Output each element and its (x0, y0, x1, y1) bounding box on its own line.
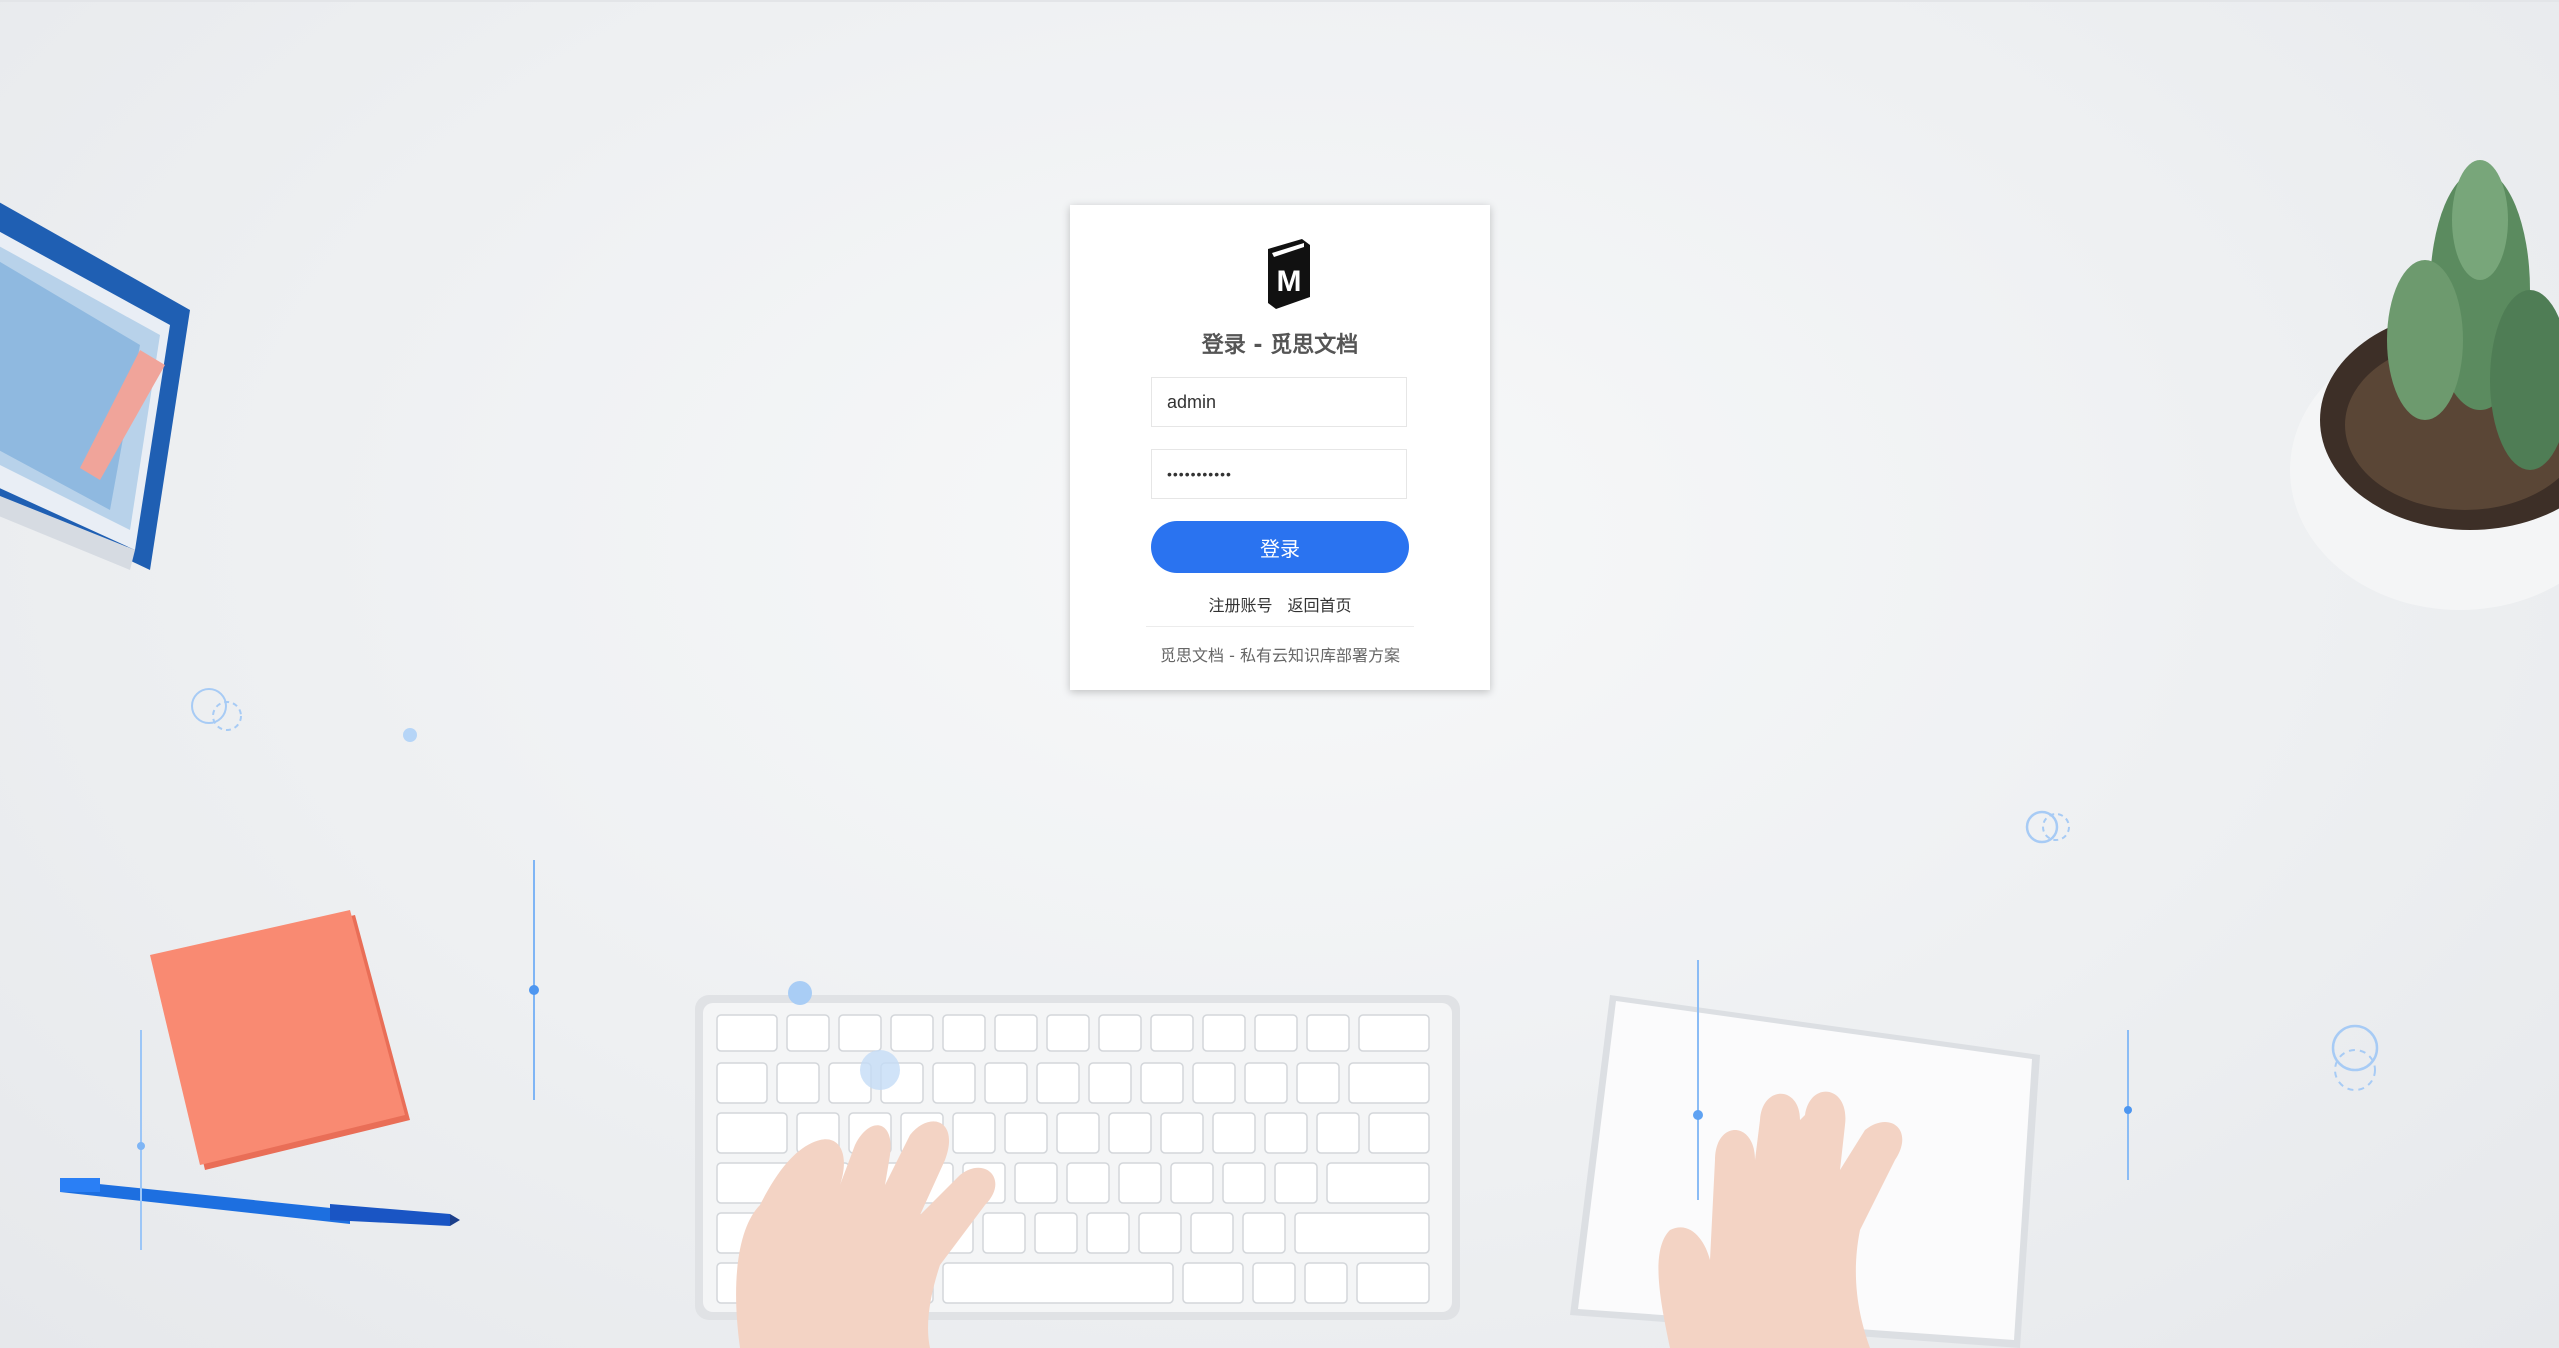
light-streak-decoration (529, 860, 539, 1100)
top-border (0, 0, 2559, 2)
register-link[interactable]: 注册账号 (1208, 596, 1272, 615)
left-hand-decoration (736, 1121, 996, 1348)
light-streak-decoration (2124, 1030, 2132, 1180)
light-streak-decoration (137, 1030, 145, 1250)
password-input[interactable]: ••••••••••• (1151, 449, 1407, 499)
login-card: M 登录 - 觅思文档 admin ••••••••••• 登录 注册账号 返回… (1070, 205, 1490, 690)
bubble-circles-decoration (191, 688, 242, 731)
username-input[interactable]: admin (1151, 377, 1407, 427)
cactus-plant-decoration (2290, 160, 2559, 610)
light-streak-decoration (1693, 960, 1703, 1200)
books-decoration (0, 202, 190, 570)
logo-letter: M (1277, 265, 1302, 298)
login-page-background: M 登录 - 觅思文档 admin ••••••••••• 登录 注册账号 返回… (0, 0, 2559, 1348)
dot-decoration (403, 728, 417, 742)
bubble-circles-decoration (2331, 1024, 2379, 1091)
page-title: 登录 - 觅思文档 (1201, 333, 1359, 358)
book-logo-icon: M (1268, 239, 1310, 309)
divider (1146, 626, 1414, 627)
pen-decoration (60, 1178, 460, 1226)
home-link[interactable]: 返回首页 (1288, 596, 1352, 615)
bubble-circles-decoration (2025, 810, 2070, 844)
sticky-notepad-decoration (150, 910, 410, 1170)
dot-decoration (860, 1050, 900, 1090)
auth-links: 注册账号 返回首页 (1070, 592, 1490, 616)
login-button[interactable]: 登录 (1151, 521, 1409, 573)
footer-text: 觅思文档 - 私有云知识库部署方案 (1160, 646, 1400, 665)
dot-decoration (788, 981, 812, 1005)
